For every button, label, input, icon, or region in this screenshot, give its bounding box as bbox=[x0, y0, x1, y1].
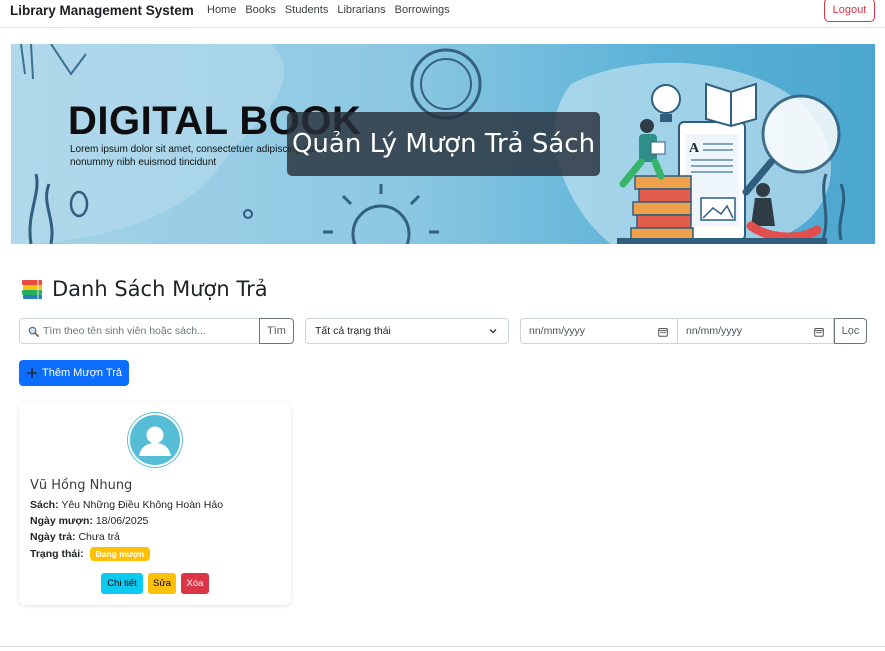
status-info: Trạng thái: Đang mượn bbox=[30, 547, 151, 561]
add-borrowing-label: Thêm Mượn Trả bbox=[42, 367, 122, 379]
banner-overlay-title: Quản Lý Mượn Trả Sách bbox=[287, 112, 600, 176]
chevron-down-icon bbox=[489, 329, 497, 334]
status-select-value: Tất cả trạng thái bbox=[315, 325, 391, 337]
book-label: Sách: bbox=[30, 499, 59, 511]
nav-link-home[interactable]: Home bbox=[207, 4, 236, 16]
status-select[interactable]: Tất cả trạng thái bbox=[305, 318, 509, 344]
date-from-field[interactable]: nn/mm/yyyy bbox=[520, 318, 677, 344]
return-date-info: Ngày trả: Chưa trả bbox=[30, 531, 120, 543]
avatar bbox=[128, 413, 182, 467]
calendar-icon[interactable] bbox=[814, 327, 824, 337]
svg-text:A: A bbox=[689, 141, 700, 156]
borrow-date-label: Ngày mượn: bbox=[30, 515, 93, 527]
student-name: Vũ Hồng Nhung bbox=[30, 478, 133, 493]
nav-link-librarians[interactable]: Librarians bbox=[337, 4, 385, 16]
date-range-group: nn/mm/yyyy nn/mm/yyyy Lọc bbox=[520, 318, 867, 344]
search-button[interactable]: Tìm bbox=[259, 318, 294, 344]
return-date: Chưa trả bbox=[78, 531, 120, 543]
edit-button[interactable]: Sửa bbox=[148, 573, 176, 594]
status-badge: Đang mượn bbox=[89, 547, 151, 561]
add-borrowing-button[interactable]: Thêm Mượn Trả bbox=[19, 360, 129, 386]
borrowing-card: Vũ Hồng Nhung Sách: Yêu Những Điều Không… bbox=[19, 402, 291, 605]
books-icon bbox=[22, 280, 42, 299]
section-heading: Danh Sách Mượn Trả bbox=[20, 277, 268, 301]
date-to-placeholder: nn/mm/yyyy bbox=[686, 325, 743, 337]
date-from-placeholder: nn/mm/yyyy bbox=[529, 325, 586, 337]
calendar-icon[interactable] bbox=[658, 327, 668, 337]
search-icon bbox=[28, 326, 39, 337]
user-icon bbox=[139, 426, 171, 456]
nav-links: Home Books Students Librarians Borrowing… bbox=[207, 4, 459, 16]
borrow-date: 18/06/2025 bbox=[95, 515, 149, 527]
nav-link-borrowings[interactable]: Borrowings bbox=[395, 4, 450, 16]
hero-banner: A DIGITAL BOOK Lorem ipsum dolor sit ame… bbox=[11, 44, 875, 244]
nav-link-students[interactable]: Students bbox=[285, 4, 328, 16]
return-date-label: Ngày trả: bbox=[30, 531, 76, 543]
detail-button[interactable]: Chi tiết bbox=[101, 573, 143, 594]
logout-button[interactable]: Logout bbox=[824, 0, 875, 22]
search-placeholder: Tìm theo tên sinh viên hoặc sách... bbox=[43, 325, 206, 337]
search-group: Tìm theo tên sinh viên hoặc sách... Tìm bbox=[19, 318, 294, 344]
search-input[interactable]: Tìm theo tên sinh viên hoặc sách... bbox=[19, 318, 259, 344]
footer-divider bbox=[0, 646, 885, 647]
filter-button[interactable]: Lọc bbox=[834, 318, 867, 344]
navbar: Library Management System Home Books Stu… bbox=[0, 0, 885, 28]
delete-button[interactable]: Xóa bbox=[181, 573, 209, 594]
section-title: Danh Sách Mượn Trả bbox=[52, 277, 268, 301]
card-actions: Chi tiết Sửa Xóa bbox=[101, 573, 209, 594]
book-info: Sách: Yêu Những Điều Không Hoàn Hảo bbox=[30, 499, 223, 511]
status-label: Trạng thái: bbox=[30, 548, 84, 560]
borrow-date-info: Ngày mượn: 18/06/2025 bbox=[30, 515, 148, 527]
date-to-field[interactable]: nn/mm/yyyy bbox=[677, 318, 834, 344]
brand-link[interactable]: Library Management System bbox=[10, 3, 194, 18]
plus-icon bbox=[27, 368, 37, 378]
book-title: Yêu Những Điều Không Hoàn Hảo bbox=[61, 499, 224, 511]
nav-link-books[interactable]: Books bbox=[245, 4, 276, 16]
